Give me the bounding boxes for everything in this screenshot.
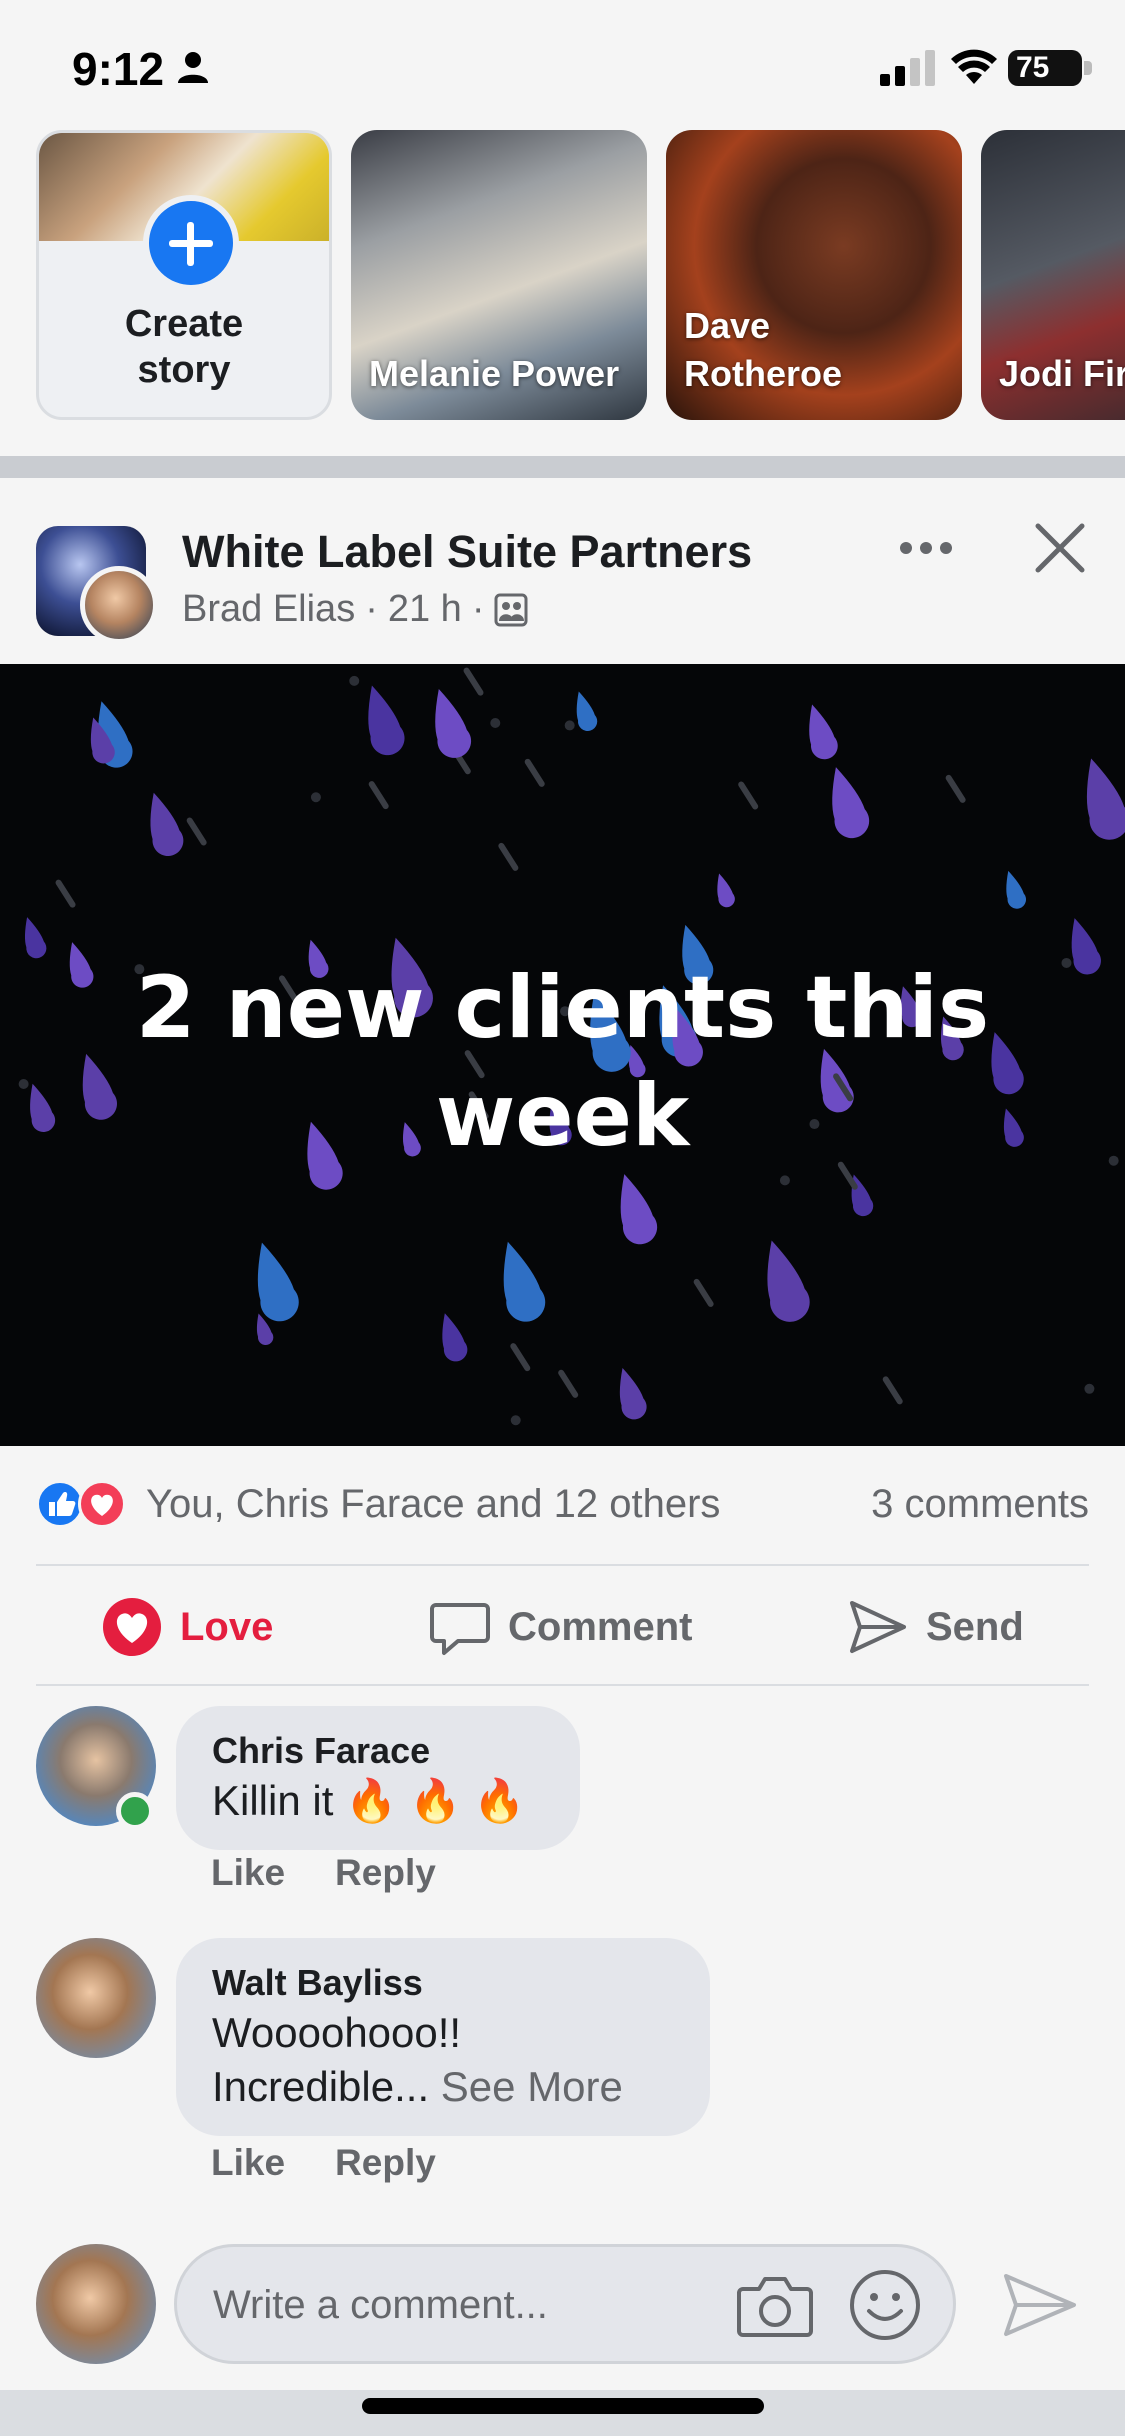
close-icon[interactable] bbox=[1032, 520, 1088, 576]
section-separator bbox=[0, 456, 1125, 478]
comment-like-button[interactable]: Like bbox=[211, 1852, 285, 1894]
comment-text: Killin it 🔥 🔥 🔥 bbox=[212, 1777, 526, 1824]
comment-actions: Like Reply bbox=[211, 1852, 436, 1894]
see-more-link[interactable]: See More bbox=[441, 2063, 623, 2110]
comment-author[interactable]: Walt Bayliss bbox=[212, 1960, 674, 2006]
group-privacy-icon bbox=[494, 593, 528, 626]
cellular-signal-icon bbox=[880, 50, 935, 86]
send-label: Send bbox=[926, 1604, 1024, 1649]
author-avatar[interactable] bbox=[80, 566, 158, 644]
story-card-melanie-power[interactable]: Melanie Power bbox=[351, 130, 647, 420]
comment-actions: Like Reply bbox=[211, 2142, 436, 2184]
meta-separator: · bbox=[471, 588, 485, 630]
love-reaction-icon bbox=[78, 1480, 126, 1528]
story-card-dave-rotheroe[interactable]: Dave Rotheroe bbox=[666, 130, 962, 420]
comment-input-placeholder: Write a comment... bbox=[213, 2283, 548, 2327]
post-image-text: 2 new clients this week bbox=[135, 958, 990, 1166]
story-card-jodi[interactable]: Jodi Fir bbox=[981, 130, 1125, 420]
post-image[interactable]: 2 new clients this week bbox=[0, 664, 1125, 1446]
person-icon bbox=[178, 52, 208, 83]
home-indicator bbox=[362, 2398, 764, 2414]
comment-bubble[interactable]: Walt Bayliss Woooohooo!! Incredible... S… bbox=[176, 1938, 710, 2136]
comments-count[interactable]: 3 comments bbox=[871, 1482, 1089, 1527]
reactions-summary[interactable]: You, Chris Farace and 12 others 3 commen… bbox=[36, 1472, 1089, 1536]
comment-text: Incredible... bbox=[212, 2063, 441, 2110]
love-button[interactable]: Love bbox=[102, 1568, 273, 1686]
story-name: Dave Rotheroe bbox=[684, 305, 843, 394]
comment-text-line-2: Incredible... See More bbox=[212, 2060, 674, 2114]
send-icon bbox=[850, 1601, 906, 1653]
create-story-card[interactable]: Create story bbox=[36, 130, 332, 420]
stories-carousel[interactable]: Create story Melanie Power Dave Rotheroe… bbox=[0, 130, 1125, 430]
story-name: Melanie Power bbox=[369, 353, 620, 394]
story-name: Jodi Fir bbox=[999, 353, 1125, 394]
feed-post: White Label Suite Partners Brad Elias · … bbox=[0, 478, 1125, 2436]
comment-text-line-1: Woooohooo!! bbox=[212, 2009, 462, 2056]
post-meta: Brad Elias · 21 h · bbox=[182, 588, 528, 631]
post-actions: Love Comment Send bbox=[0, 1568, 1125, 1686]
comment-label: Comment bbox=[508, 1604, 693, 1649]
post-time[interactable]: 21 h bbox=[388, 588, 462, 631]
divider bbox=[36, 1684, 1089, 1686]
plus-icon[interactable] bbox=[143, 195, 239, 291]
status-time: 9:12 bbox=[72, 43, 165, 95]
camera-icon[interactable] bbox=[737, 2273, 813, 2339]
comment-author[interactable]: Chris Farace bbox=[212, 1728, 544, 1774]
my-avatar bbox=[36, 2244, 156, 2364]
send-button[interactable]: Send bbox=[848, 1568, 1024, 1686]
commenter-avatar[interactable] bbox=[36, 1938, 156, 2058]
love-label: Love bbox=[180, 1604, 274, 1649]
post-group-name[interactable]: White Label Suite Partners bbox=[182, 526, 752, 578]
comment-bubble[interactable]: Chris Farace Killin it 🔥 🔥 🔥 bbox=[176, 1706, 580, 1850]
create-story-label: Create story bbox=[124, 303, 244, 391]
status-bar: 9:12 75 bbox=[0, 0, 1125, 130]
emoji-icon[interactable] bbox=[849, 2269, 921, 2341]
reactions-text[interactable]: You, Chris Farace and 12 others bbox=[146, 1482, 720, 1527]
meta-separator: · bbox=[365, 588, 378, 630]
divider bbox=[36, 1564, 1089, 1566]
battery-level: 75 bbox=[1016, 51, 1050, 84]
like-reaction-icon bbox=[36, 1480, 84, 1528]
send-comment-icon[interactable] bbox=[1000, 2270, 1080, 2340]
post-author[interactable]: Brad Elias bbox=[182, 588, 355, 631]
comment-reply-button[interactable]: Reply bbox=[335, 1852, 436, 1894]
comment-like-button[interactable]: Like bbox=[211, 2142, 285, 2184]
battery-icon: 75 bbox=[1008, 50, 1092, 86]
comment-icon bbox=[430, 1603, 490, 1655]
wifi-icon bbox=[951, 49, 997, 84]
online-status-icon bbox=[116, 1792, 154, 1830]
comment-reply-button[interactable]: Reply bbox=[335, 2142, 436, 2184]
write-comment-row: Write a comment... bbox=[0, 2240, 1125, 2380]
more-options-icon[interactable] bbox=[898, 536, 954, 560]
heart-icon bbox=[103, 1598, 161, 1656]
comment-input[interactable]: Write a comment... bbox=[174, 2244, 956, 2364]
